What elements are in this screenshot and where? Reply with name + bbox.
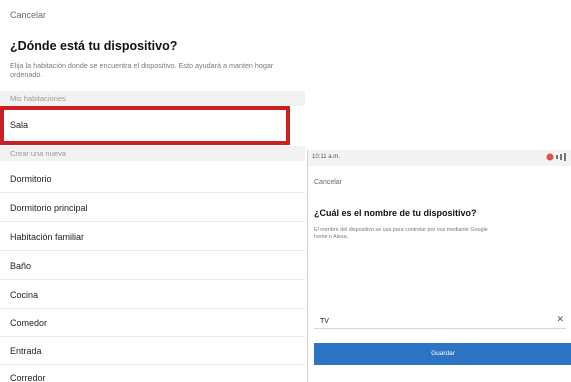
page-description: El nombre del dispositivo se usa para co…	[314, 227, 488, 240]
room-item-comedor[interactable]: Comedor	[0, 309, 305, 337]
room-item-habitacion-familiar[interactable]: Habitación familiar	[0, 223, 305, 251]
close-icon[interactable]: ✕	[556, 314, 564, 325]
cancel-link[interactable]: Cancelar	[10, 10, 46, 20]
room-item-dormitorio-principal[interactable]: Dormitorio principal	[0, 194, 305, 222]
battery-signal-icon	[546, 153, 566, 161]
room-item-corredor[interactable]: Corredor	[0, 364, 305, 382]
page-description: Elija la habitación donde se encuentra e…	[10, 61, 274, 79]
room-item-cocina[interactable]: Cocina	[0, 281, 305, 309]
room-item-entrada[interactable]: Entrada	[0, 337, 305, 365]
room-selection-screen: Cancelar ¿Dónde está tu dispositivo? Eli…	[0, 0, 305, 382]
status-bar: 10:11 a.m.	[308, 150, 571, 166]
selection-highlight	[0, 106, 290, 145]
status-icons	[546, 153, 568, 163]
page-title: ¿Cuál es el nombre de tu dispositivo?	[314, 208, 477, 218]
section-header-my-rooms: Mis habitaciones	[0, 91, 305, 106]
device-name-field: ✕	[314, 313, 566, 329]
section-header-create-new: Crear una nueva	[0, 146, 305, 161]
device-name-input[interactable]	[320, 315, 540, 327]
save-button[interactable]: Guardar	[314, 343, 571, 365]
device-name-screen: 10:11 a.m. Cancelar ¿Cuál es el nombre d…	[307, 150, 571, 382]
status-time: 10:11 a.m.	[312, 154, 340, 160]
page-title: ¿Dónde está tu dispositivo?	[10, 39, 178, 53]
cancel-link[interactable]: Cancelar	[314, 179, 342, 186]
room-item-bano[interactable]: Baño	[0, 252, 305, 280]
room-item-dormitorio[interactable]: Dormitorio	[0, 165, 305, 193]
